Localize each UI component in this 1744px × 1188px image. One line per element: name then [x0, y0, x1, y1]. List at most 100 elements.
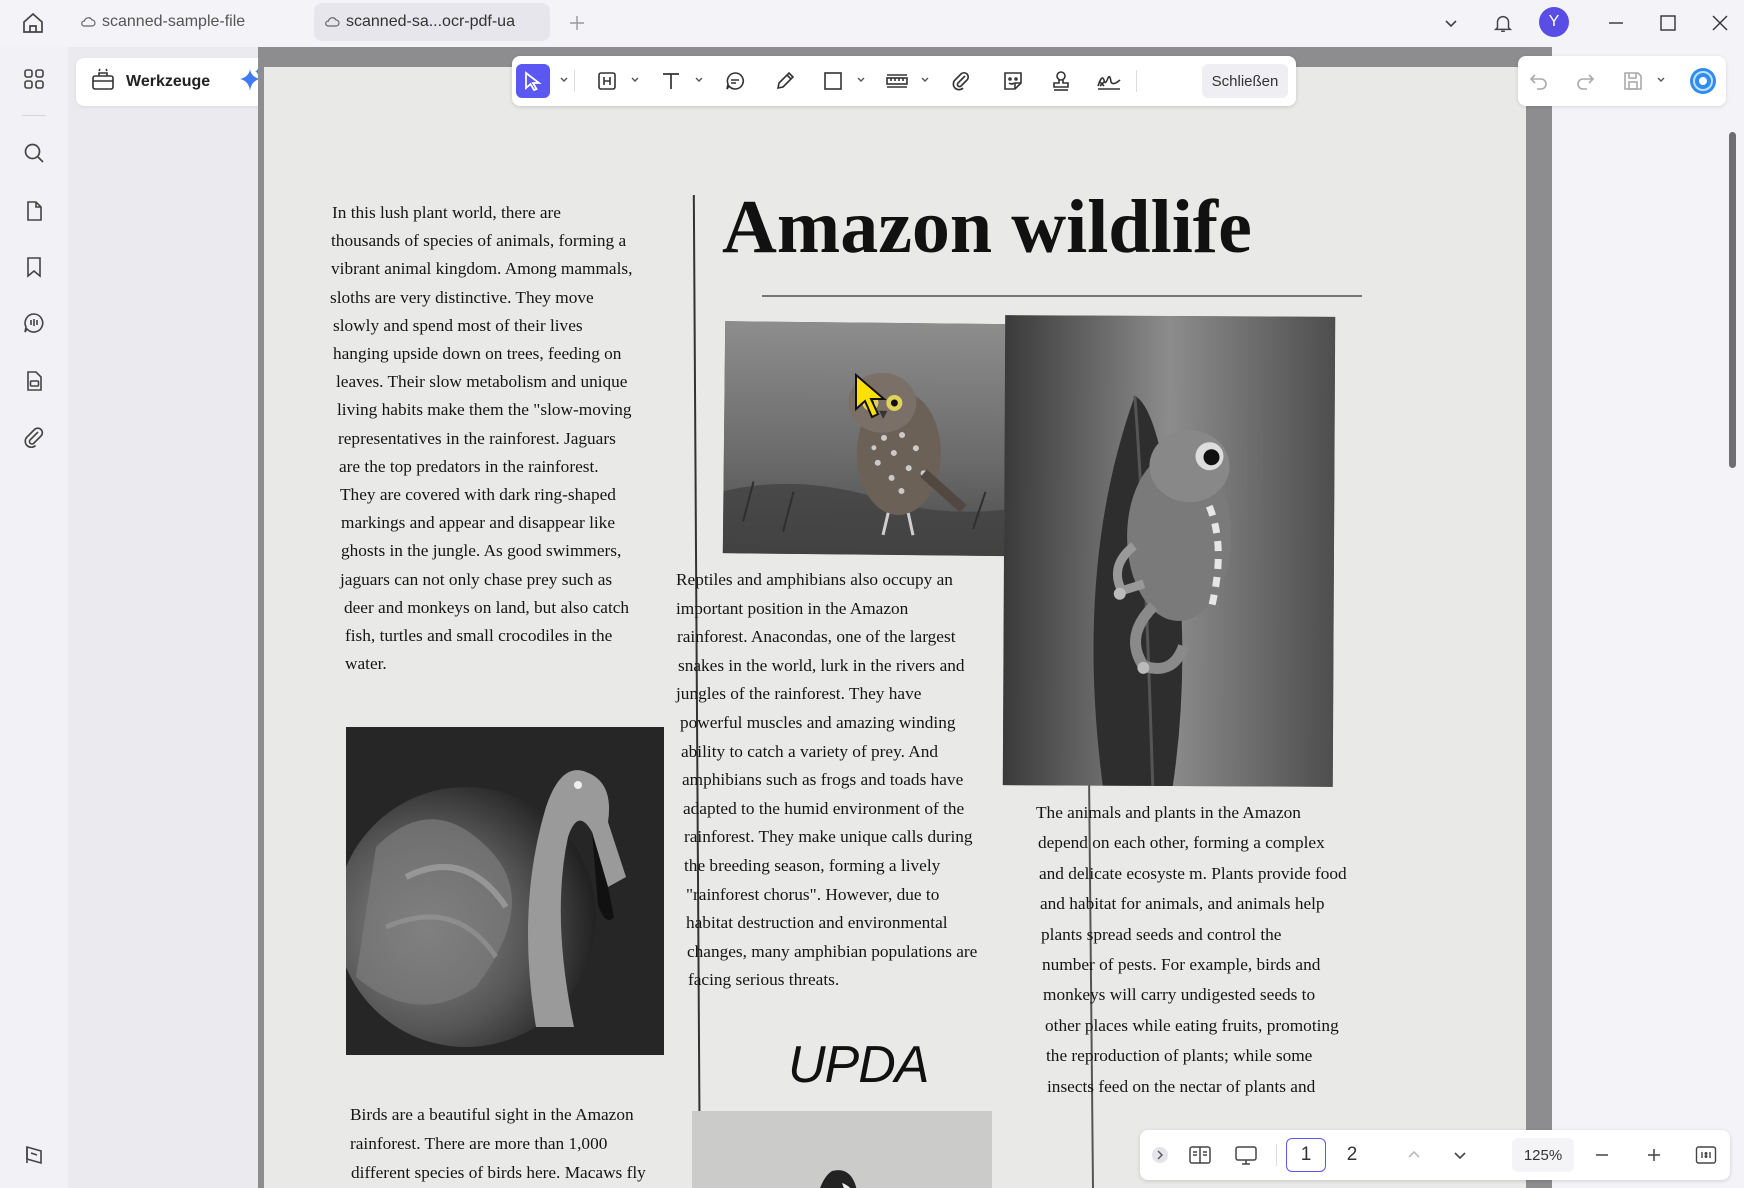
text-line: the reproduction of plants; while some	[1046, 1046, 1313, 1066]
redo-icon	[1577, 74, 1595, 90]
signature-icon	[1097, 75, 1121, 90]
cloud-icon	[325, 17, 340, 27]
page-navigation-bar: 1 2 125%	[1140, 1130, 1730, 1180]
toolbar-divider	[1136, 70, 1137, 92]
pencil-tool-button[interactable]	[768, 64, 802, 98]
minus-icon	[1596, 1154, 1608, 1156]
shape-tool-button[interactable]	[816, 64, 850, 98]
highlight-icon	[598, 72, 616, 90]
text-line: vibrant animal kingdom. Among mammals,	[331, 259, 633, 279]
two-page-icon	[1189, 1146, 1211, 1164]
bookmark-icon[interactable]	[18, 251, 50, 283]
select-tool-button[interactable]	[516, 64, 550, 98]
text-line: are the top predators in the rainforest.	[339, 456, 599, 476]
chevron-down-icon[interactable]	[920, 75, 930, 85]
home-icon[interactable]	[16, 8, 50, 38]
zoom-in-button[interactable]	[1634, 1138, 1674, 1172]
text-line: and delicate ecosyste m. Plants provide …	[1039, 863, 1347, 883]
paperclip-icon	[952, 71, 970, 91]
chevron-down-icon[interactable]	[1438, 10, 1464, 36]
right-margin	[1552, 47, 1744, 1188]
signature-tool-button[interactable]	[1092, 64, 1126, 98]
title-rule	[762, 295, 1362, 297]
text-line: markings and appear and disappear like	[341, 513, 615, 533]
page-button-1[interactable]: 1	[1286, 1138, 1326, 1172]
text-line: the breeding season, forming a lively	[684, 856, 941, 875]
text-line: water.	[345, 654, 387, 674]
minimize-icon[interactable]	[1602, 10, 1630, 36]
scanned-page: Amazon wildlife In this lush plant world…	[264, 67, 1526, 1188]
text-tool-button[interactable]	[654, 64, 688, 98]
zoom-level[interactable]: 125%	[1512, 1138, 1574, 1172]
ai-assistant-button[interactable]	[1686, 64, 1720, 98]
next-page-button[interactable]	[1440, 1138, 1480, 1172]
chevron-down-icon[interactable]	[856, 75, 866, 85]
layers-icon[interactable]	[18, 1139, 50, 1171]
chevron-down-icon[interactable]	[694, 75, 704, 85]
form-icon[interactable]	[18, 365, 50, 397]
attachment-icon[interactable]	[18, 421, 50, 453]
chevron-down-icon	[1454, 1152, 1466, 1160]
frog-photo	[1002, 315, 1336, 787]
tab-scanned-sample-file[interactable]: scanned-sample-file	[70, 3, 310, 41]
text-line: representatives in the rainforest. Jagua…	[338, 428, 616, 448]
text-line: important position in the Amazon	[676, 598, 909, 618]
save-button[interactable]	[1616, 64, 1650, 98]
comment-icon[interactable]	[18, 307, 50, 339]
document-title: Amazon wildlife	[722, 185, 1252, 269]
zoom-out-button[interactable]	[1582, 1138, 1622, 1172]
title-bar: scanned-sample-file scanned-sa...ocr-pdf…	[0, 0, 1744, 47]
stamp-tool-button[interactable]	[1044, 64, 1078, 98]
text-line: ability to catch a variety of prey. And	[681, 741, 939, 761]
chevron-down-icon[interactable]	[630, 75, 640, 85]
page-layout-button[interactable]	[1180, 1138, 1220, 1172]
attach-tool-button[interactable]	[944, 64, 978, 98]
text-line: different species of birds here. Macaws …	[351, 1163, 646, 1182]
user-avatar[interactable]: Y	[1539, 7, 1569, 37]
page-button-2[interactable]: 2	[1332, 1138, 1372, 1172]
maximize-icon[interactable]	[1654, 10, 1682, 36]
close-toolbar-button[interactable]: Schließen	[1202, 64, 1288, 98]
text-line: "rainforest chorus". However, due to	[686, 884, 940, 904]
text-line: leaves. Their slow metabolism and unique	[336, 372, 628, 392]
redo-button[interactable]	[1568, 64, 1602, 98]
sticker-tool-button[interactable]	[996, 64, 1030, 98]
undo-button[interactable]	[1522, 64, 1556, 98]
text-line: amphibians such as frogs and toads have	[682, 770, 964, 790]
collapse-button[interactable]	[1148, 1138, 1172, 1172]
bottom-photo	[692, 1111, 992, 1188]
sticker-icon	[1004, 72, 1022, 90]
page-icon[interactable]	[18, 195, 50, 227]
updates-heading: UPDA	[788, 1036, 929, 1094]
text-icon	[663, 73, 679, 89]
actual-size-button[interactable]	[1686, 1138, 1726, 1172]
history-toolbar	[1518, 56, 1726, 106]
annotation-toolbar: Schließen	[512, 56, 1296, 106]
measure-tool-button[interactable]	[880, 64, 914, 98]
apps-grid-icon[interactable]	[18, 63, 50, 95]
search-icon[interactable]	[18, 137, 50, 169]
tools-panel	[68, 47, 258, 1188]
tools-menu-button[interactable]: Werkzeuge	[76, 58, 270, 106]
mouse-cursor-icon	[854, 372, 890, 426]
text-line: monkeys will carry undigested seeds to	[1043, 985, 1316, 1005]
highlight-tool-button[interactable]	[590, 64, 624, 98]
vertical-scrollbar[interactable]	[1729, 132, 1736, 468]
tab-label: scanned-sa...ocr-pdf-ua	[346, 13, 515, 30]
bell-icon[interactable]	[1488, 8, 1518, 38]
text-line: fish, turtles and small crocodiles in th…	[345, 626, 613, 645]
close-window-icon[interactable]	[1706, 10, 1734, 36]
toolbox-icon	[90, 68, 116, 97]
chevron-down-icon[interactable]	[1656, 75, 1666, 85]
chevron-down-icon[interactable]	[559, 75, 569, 85]
text-line: adapted to the humid environment of the	[683, 798, 965, 818]
comment-tool-button[interactable]	[718, 64, 752, 98]
text-line: rainforest. They make unique calls durin…	[684, 827, 973, 847]
comment-bubble-icon	[726, 72, 744, 90]
tab-scanned-ocr-pdf-ua[interactable]: scanned-sa...ocr-pdf-ua	[314, 3, 550, 41]
text-line: thousands of species of animals, forming…	[331, 231, 627, 251]
document-viewer[interactable]: Amazon wildlife In this lush plant world…	[258, 47, 1552, 1188]
new-tab-plus-icon[interactable]	[564, 10, 590, 36]
previous-page-button[interactable]	[1394, 1138, 1434, 1172]
presentation-button[interactable]	[1226, 1138, 1266, 1172]
